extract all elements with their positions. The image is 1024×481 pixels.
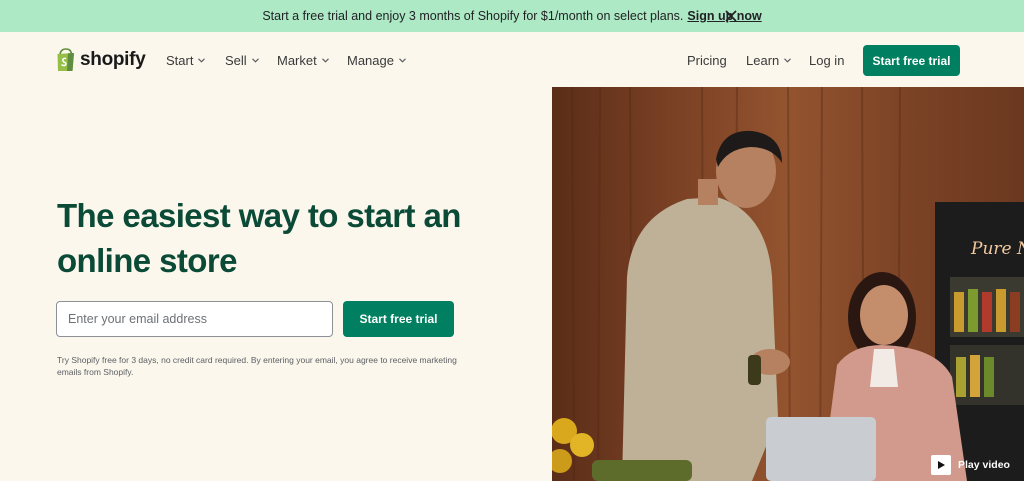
chevron-down-icon bbox=[251, 58, 259, 63]
main-nav: shopify Start Sell Market Manage Pricing… bbox=[0, 32, 1024, 88]
chevron-down-icon bbox=[198, 58, 206, 63]
chevron-down-icon bbox=[784, 58, 792, 63]
hero-title: The easiest way to start an online store bbox=[57, 197, 461, 279]
email-field[interactable] bbox=[56, 301, 333, 337]
close-icon[interactable] bbox=[723, 8, 739, 24]
nav-learn-label: Learn bbox=[746, 53, 780, 68]
shopify-logo[interactable]: shopify bbox=[56, 48, 146, 72]
shop-sign-text: Pure Ne bbox=[970, 239, 1024, 259]
disclaimer-text: Try Shopify free for 3 days, no credit c… bbox=[57, 355, 457, 377]
nav-login[interactable]: Log in bbox=[809, 53, 844, 68]
shopping-bag-icon bbox=[57, 48, 74, 71]
nav-pricing[interactable]: Pricing bbox=[687, 53, 727, 68]
nav-manage-label: Manage bbox=[347, 53, 394, 68]
nav-login-label: Log in bbox=[809, 53, 845, 68]
logo-wordmark: shopify bbox=[80, 49, 146, 70]
hero-photo: Pure Ne bbox=[552, 87, 1024, 481]
hero-start-free-trial-button[interactable]: Start free trial bbox=[343, 301, 454, 337]
nav-sell-label: Sell bbox=[225, 53, 247, 68]
nav-sell[interactable]: Sell bbox=[225, 53, 259, 68]
nav-start[interactable]: Start bbox=[166, 53, 206, 68]
nav-start-label: Start bbox=[166, 53, 194, 68]
nav-market[interactable]: Market bbox=[277, 53, 329, 68]
nav-market-label: Market bbox=[277, 53, 317, 68]
play-video-button[interactable]: Play video bbox=[931, 455, 1010, 475]
chevron-down-icon bbox=[321, 58, 329, 63]
nav-manage[interactable]: Manage bbox=[347, 53, 406, 68]
play-icon bbox=[931, 455, 951, 475]
merchants-illustration: Pure Ne bbox=[552, 87, 1024, 481]
chevron-down-icon bbox=[399, 58, 406, 63]
promo-banner: Start a free trial and enjoy 3 months of… bbox=[0, 0, 1024, 32]
nav-learn[interactable]: Learn bbox=[746, 53, 792, 68]
start-free-trial-button[interactable]: Start free trial bbox=[863, 45, 960, 76]
nav-pricing-label: Pricing bbox=[687, 53, 727, 68]
play-video-label: Play video bbox=[958, 459, 1010, 471]
promo-message: Start a free trial and enjoy 3 months of… bbox=[262, 9, 684, 23]
